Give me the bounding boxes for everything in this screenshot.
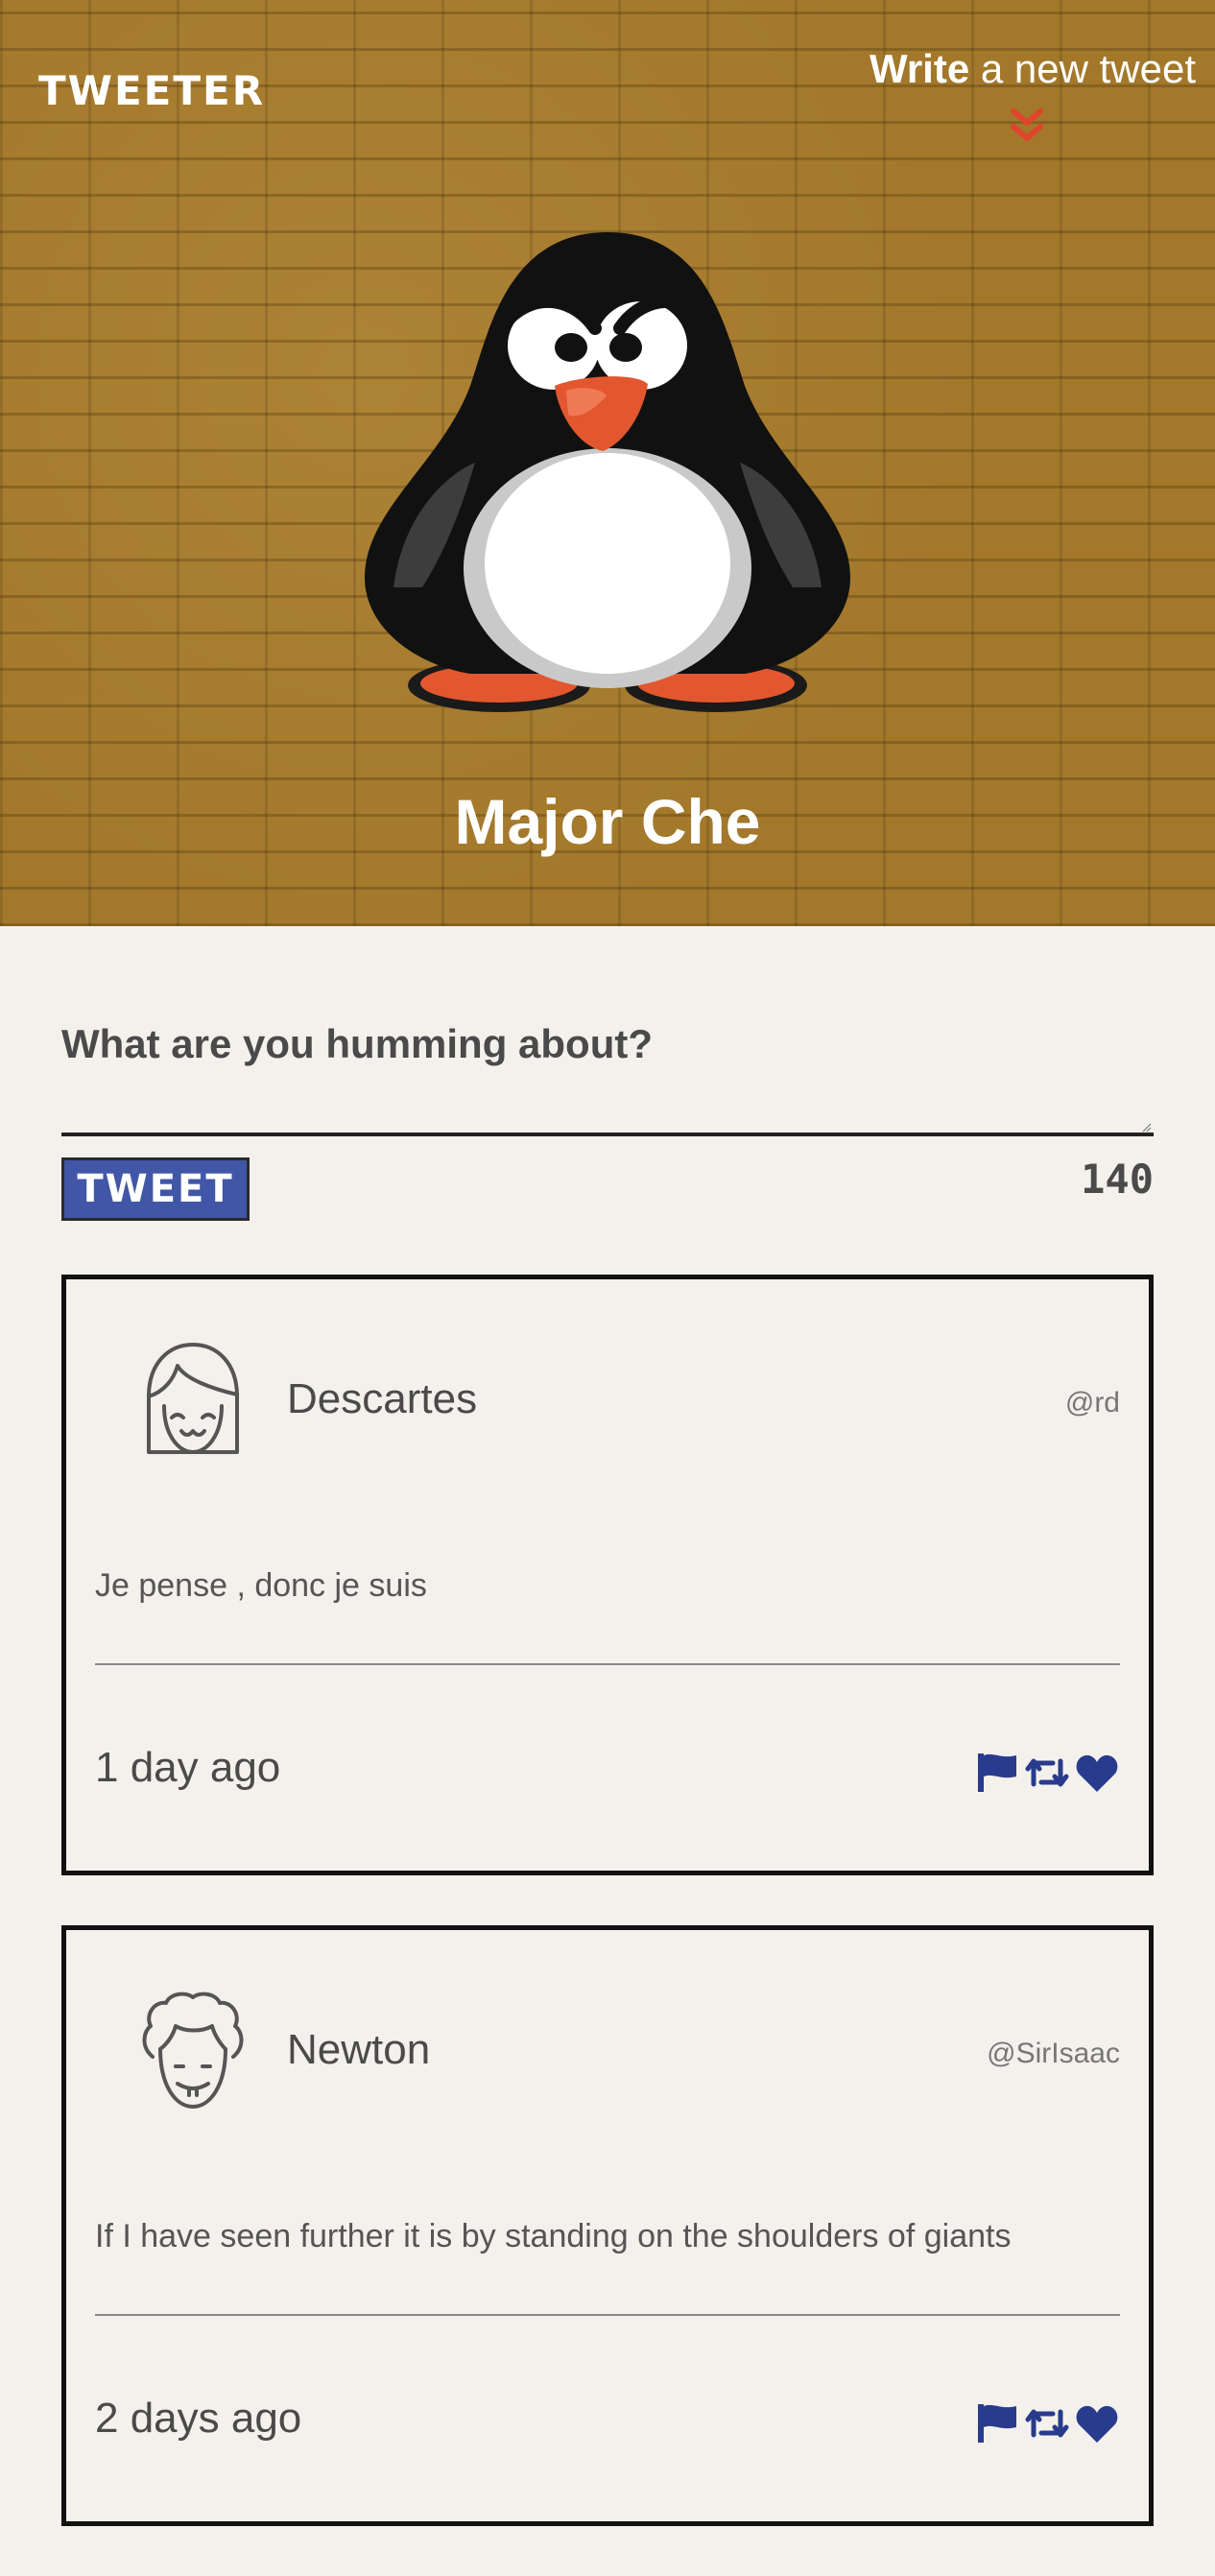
profile-name: Major Che (454, 786, 761, 857)
curly-hair-face-avatar (142, 1992, 244, 2109)
tweet-card: Descartes @rd Je pense , donc je suis 1 … (61, 1275, 1154, 1875)
compose-toggle-text: a new tweet (969, 46, 1196, 91)
tweet-author-name[interactable]: Descartes (287, 1375, 477, 1423)
tweet-author-name[interactable]: Newton (287, 2026, 430, 2074)
tweet-submit-button[interactable]: TWEET (61, 1157, 250, 1221)
tweet-divider (95, 2314, 1120, 2316)
tweet-actions (974, 1750, 1120, 1796)
tweet-text: If I have seen further it is by standing… (95, 2218, 1012, 2254)
app-logo[interactable]: TWEETER (38, 67, 265, 114)
girl-face-avatar (147, 1343, 239, 1454)
composer-label: What are you humming about? (61, 1021, 653, 1066)
tweet-text: Je pense , donc je suis (95, 1567, 427, 1604)
tweet-card: Newton @SirIsaac If I have seen further … (61, 1925, 1154, 2526)
retweet-icon[interactable] (1024, 2400, 1070, 2446)
tweet-divider (95, 1663, 1120, 1665)
tweet-author-handle[interactable]: @SirIsaac (987, 2038, 1120, 2070)
heart-icon[interactable] (1074, 2400, 1120, 2446)
tweet-author-handle[interactable]: @rd (1065, 1387, 1120, 1419)
write-tweet-toggle[interactable]: Write a new tweet (870, 46, 1196, 92)
double-chevron-down-icon[interactable] (1010, 107, 1044, 144)
heart-icon[interactable] (1074, 1750, 1120, 1796)
tweet-timestamp: 1 day ago (95, 1744, 281, 1791)
profile-header: TWEETER Write a new tweet Major Che (0, 0, 1215, 926)
flag-icon[interactable] (974, 2400, 1020, 2446)
character-counter: 140 (1081, 1156, 1154, 1203)
tweet-actions (974, 2400, 1120, 2446)
resize-grip-icon[interactable] (1142, 1123, 1152, 1133)
tweet-timestamp: 2 days ago (95, 2395, 302, 2442)
retweet-icon[interactable] (1024, 1750, 1070, 1796)
penguin-avatar (365, 232, 850, 712)
flag-icon[interactable] (974, 1750, 1020, 1796)
tweet-text-input[interactable] (61, 1085, 1154, 1136)
compose-toggle-strong: Write (869, 46, 970, 91)
